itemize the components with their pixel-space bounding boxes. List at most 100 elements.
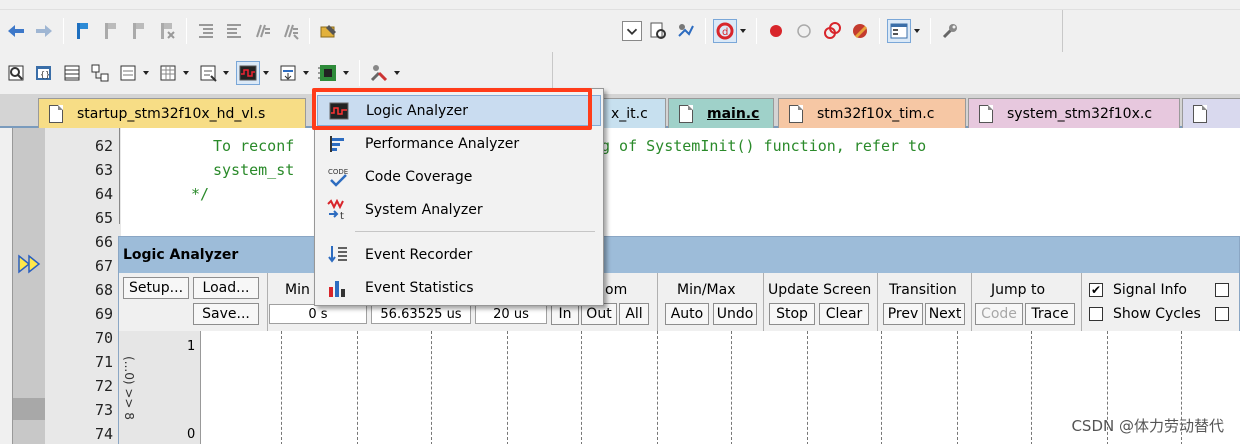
tab-main-file[interactable]: main.c xyxy=(668,98,774,128)
menu-item-code-coverage[interactable]: CODE Code Coverage xyxy=(317,161,601,192)
call-stack-icon[interactable] xyxy=(88,61,112,85)
breakpoint-icon[interactable] xyxy=(764,19,788,43)
line-number: 71 xyxy=(94,353,113,371)
trace-icon[interactable] xyxy=(276,61,300,85)
time-gridline xyxy=(431,331,432,444)
bookmark-icon[interactable] xyxy=(71,19,95,43)
toolbox-icon[interactable] xyxy=(367,61,391,85)
auto-button[interactable]: Auto xyxy=(665,303,709,325)
prev-button[interactable]: Prev xyxy=(883,303,923,325)
unindent-icon[interactable] xyxy=(222,19,246,43)
code-line: */ xyxy=(191,185,210,203)
memory-dropdown-arrow[interactable] xyxy=(182,61,190,85)
trace-dropdown-arrow[interactable] xyxy=(302,61,310,85)
tab-startup-file[interactable]: startup_stm32f10x_hd_vl.s xyxy=(38,98,306,128)
tab-label: main.c xyxy=(707,105,760,122)
time-gridline xyxy=(881,331,882,444)
divider xyxy=(763,273,764,331)
analysis-dropdown-arrow[interactable] xyxy=(262,61,270,85)
menu-item-logic-analyzer[interactable]: Logic Analyzer xyxy=(317,95,601,126)
signal-info-checkbox[interactable]: ✔ xyxy=(1089,283,1103,297)
line-number: 62 xyxy=(94,137,113,155)
menu-item-event-recorder[interactable]: Event Recorder xyxy=(317,239,601,270)
show-cycles-checkbox[interactable] xyxy=(1089,307,1103,321)
comment-icon[interactable] xyxy=(250,19,274,43)
tab-overflow-file[interactable] xyxy=(1182,98,1240,128)
disassembly-icon[interactable] xyxy=(4,61,28,85)
tab-it-file[interactable]: x_it.c xyxy=(600,98,666,128)
bookmark-prev-icon[interactable] xyxy=(99,19,123,43)
kill-breakpoints-icon[interactable] xyxy=(820,19,844,43)
svg-text:d: d xyxy=(722,27,728,38)
back-arrow-icon[interactable] xyxy=(4,19,28,43)
load-button[interactable]: Load... xyxy=(193,277,259,299)
breakpoint-disable-icon[interactable] xyxy=(792,19,816,43)
tab-system-file[interactable]: system_stm32f10x.c xyxy=(968,98,1180,128)
event-recorder-icon xyxy=(327,244,349,266)
divider xyxy=(877,273,878,331)
separator xyxy=(359,60,360,86)
zoom-all-button[interactable]: All xyxy=(619,303,649,325)
memory-icon[interactable] xyxy=(156,61,180,85)
editor-tab-bar: startup_stm32f10x_hd_vl.s x_it.c main.c … xyxy=(0,94,1240,128)
bookmark-next-icon[interactable] xyxy=(127,19,151,43)
jump-trace-button[interactable]: Trace xyxy=(1025,303,1075,325)
symbols-icon[interactable]: {} xyxy=(32,61,56,85)
transition-label: Transition xyxy=(889,282,957,298)
breakpoint-gutter[interactable] xyxy=(13,128,45,444)
system-viewer-dropdown-arrow[interactable] xyxy=(342,61,350,85)
system-viewer-icon[interactable] xyxy=(316,61,340,85)
wrench-icon[interactable] xyxy=(938,19,962,43)
window-layout-icon[interactable] xyxy=(887,19,911,43)
line-number: 66 xyxy=(94,233,113,251)
extra-checkbox-top[interactable] xyxy=(1215,283,1229,297)
clear-breakpoints-icon[interactable] xyxy=(848,19,872,43)
window-layout-dropdown-arrow[interactable] xyxy=(913,19,921,43)
show-cycles-label: Show Cycles xyxy=(1113,306,1201,322)
find-in-files-icon[interactable] xyxy=(317,19,341,43)
extra-checkbox-bottom[interactable] xyxy=(1215,307,1229,321)
undo-button[interactable]: Undo xyxy=(713,303,757,325)
select-icon[interactable] xyxy=(622,21,642,41)
max-time-field: 56.63525 us xyxy=(371,304,471,324)
svg-text:{}: {} xyxy=(40,70,50,79)
save-button[interactable]: Save... xyxy=(193,303,259,325)
watch-dropdown-arrow[interactable] xyxy=(142,61,150,85)
clear-button[interactable]: Clear xyxy=(819,303,869,325)
uncomment-icon[interactable] xyxy=(278,19,302,43)
line-number: 65 xyxy=(94,209,113,227)
setup-button[interactable]: Setup... xyxy=(123,277,189,299)
divider xyxy=(657,273,658,331)
registers-icon[interactable] xyxy=(60,61,84,85)
next-button[interactable]: Next xyxy=(925,303,965,325)
menu-item-system-analyzer[interactable]: t System Analyzer xyxy=(317,194,601,225)
indent-icon[interactable] xyxy=(194,19,218,43)
zoom-out-button[interactable]: Out xyxy=(581,303,617,325)
serial-icon[interactable] xyxy=(196,61,220,85)
stop-button[interactable]: Stop xyxy=(769,303,815,325)
toolbox-dropdown-arrow[interactable] xyxy=(393,61,401,85)
debug-dropdown-arrow[interactable] xyxy=(739,19,747,43)
bookmark-clear-icon[interactable] xyxy=(155,19,179,43)
time-gridline xyxy=(581,331,582,444)
signal-list[interactable]: 1 0 (...0) >> 8 xyxy=(119,331,201,444)
browse-icon[interactable] xyxy=(674,19,698,43)
serial-dropdown-arrow[interactable] xyxy=(222,61,230,85)
menu-item-performance-analyzer[interactable]: Performance Analyzer xyxy=(317,128,601,159)
analysis-icon[interactable] xyxy=(236,61,260,85)
analysis-windows-menu: Logic Analyzer Performance Analyzer CODE… xyxy=(314,88,604,306)
find-icon[interactable] xyxy=(646,19,670,43)
watch-icon[interactable] xyxy=(116,61,140,85)
forward-arrow-icon[interactable] xyxy=(32,19,56,43)
menu-item-event-statistics[interactable]: Event Statistics xyxy=(317,272,601,303)
debug-icon[interactable]: d xyxy=(713,19,737,43)
divider xyxy=(971,273,972,331)
tab-tim-file[interactable]: stm32f10x_tim.c xyxy=(778,98,966,128)
signal-high-value: 1 xyxy=(187,339,196,354)
logic-analyzer-icon xyxy=(328,100,350,122)
file-icon xyxy=(979,104,993,123)
zoom-in-button[interactable]: In xyxy=(551,303,579,325)
jump-to-label: Jump to xyxy=(991,282,1046,298)
jump-code-button[interactable]: Code xyxy=(975,303,1023,325)
code-line: g of SystemInit() function, refer to xyxy=(601,137,927,155)
